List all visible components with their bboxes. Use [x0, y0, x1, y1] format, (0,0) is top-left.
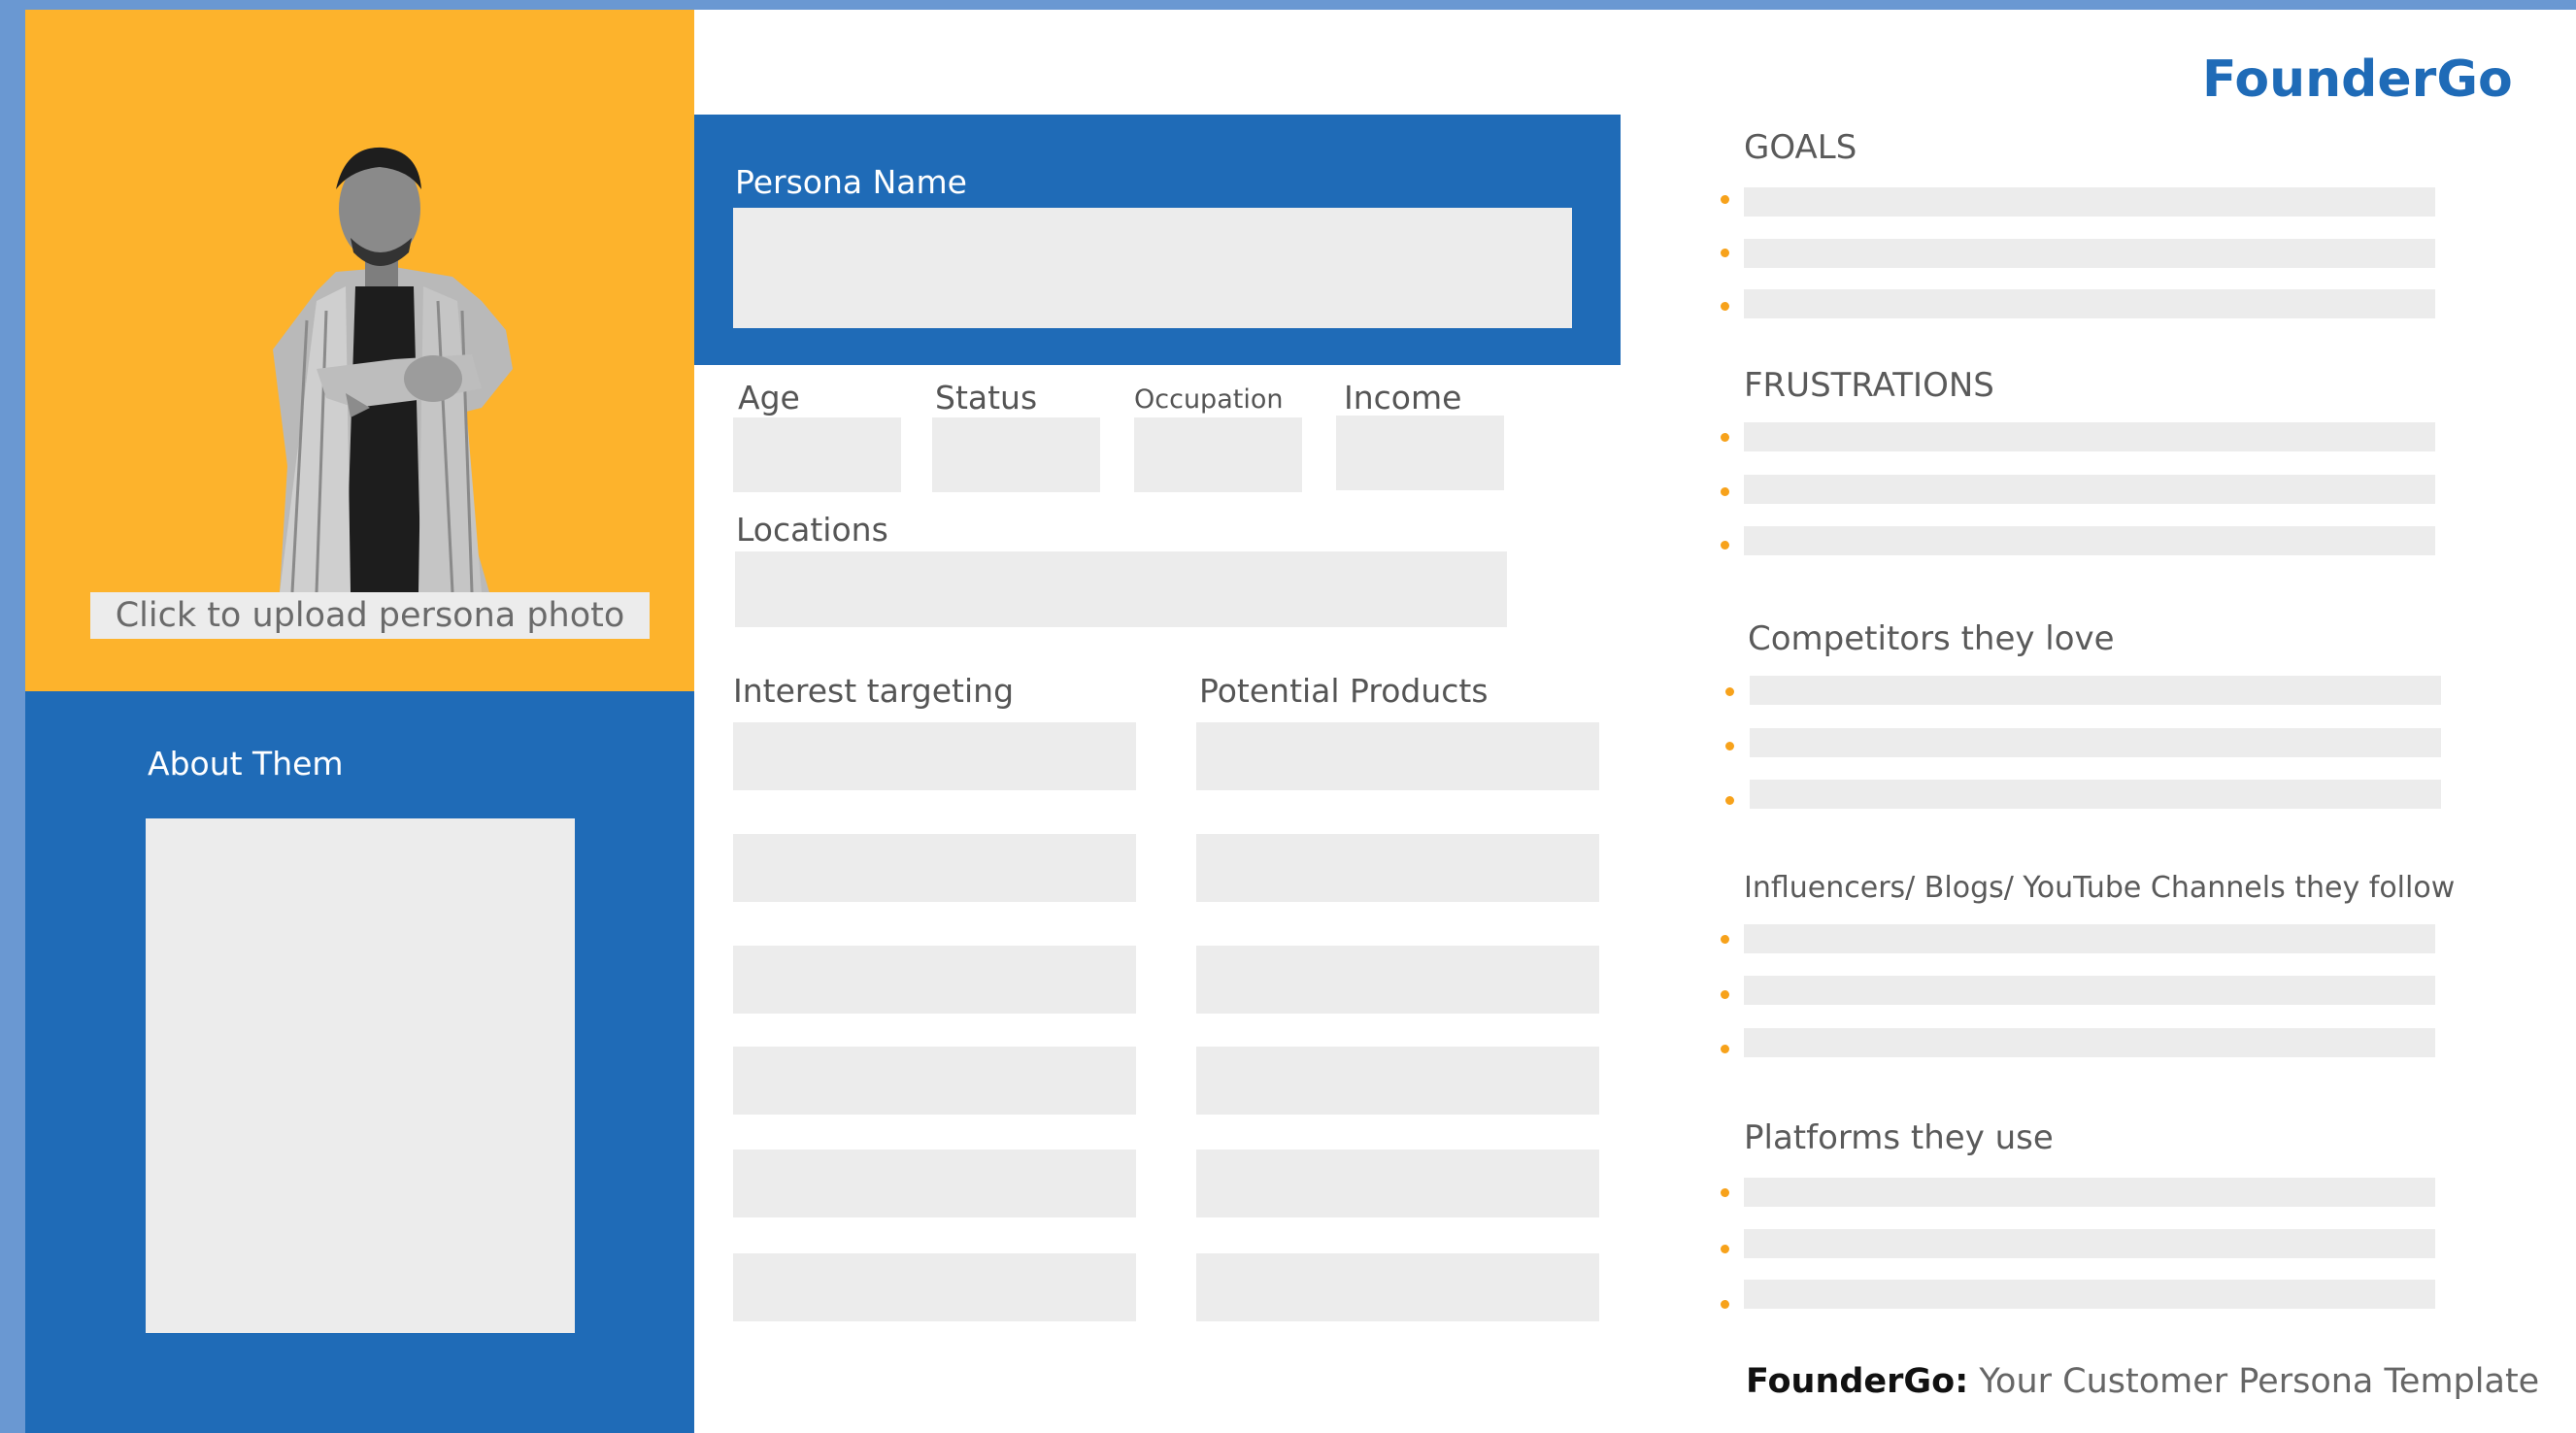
competitors-bullet-2: [1725, 742, 1734, 750]
about-textarea[interactable]: [146, 818, 575, 1333]
persona-name-input[interactable]: [733, 208, 1572, 328]
competitors-input-3[interactable]: [1750, 780, 2441, 809]
income-label: Income: [1344, 379, 1462, 417]
influencers-heading: Influencers/ Blogs/ YouTube Channels the…: [1744, 871, 2456, 905]
age-label: Age: [738, 379, 800, 417]
upload-photo-button[interactable]: Click to upload persona photo: [90, 592, 650, 639]
income-input[interactable]: [1336, 416, 1504, 490]
goals-input-2[interactable]: [1744, 239, 2435, 268]
potential-products-label: Potential Products: [1199, 672, 1489, 710]
frustrations-bullet-1: [1721, 433, 1729, 442]
platforms-heading: Platforms they use: [1744, 1118, 2054, 1157]
platforms-input-1[interactable]: [1744, 1178, 2435, 1207]
foundergo-logo: FounderGo: [2202, 50, 2513, 109]
persona-photo[interactable]: [25, 10, 694, 691]
locations-label: Locations: [736, 511, 888, 549]
frustrations-input-1[interactable]: [1744, 422, 2435, 451]
product-input-3[interactable]: [1196, 946, 1599, 1014]
persona-name-panel: Persona Name: [694, 115, 1621, 365]
influencers-bullet-3: [1721, 1045, 1729, 1053]
competitors-heading: Competitors they love: [1748, 619, 2115, 658]
product-input-1[interactable]: [1196, 722, 1599, 790]
interest-input-2[interactable]: [733, 834, 1136, 902]
footer-caption: FounderGo: Your Customer Persona Templat…: [1746, 1362, 2539, 1401]
competitors-input-1[interactable]: [1750, 676, 2441, 705]
competitors-input-2[interactable]: [1750, 728, 2441, 757]
frustrations-input-2[interactable]: [1744, 475, 2435, 504]
persona-name-label: Persona Name: [735, 163, 967, 201]
product-input-2[interactable]: [1196, 834, 1599, 902]
influencers-bullet-2: [1721, 990, 1729, 999]
interest-targeting-label: Interest targeting: [733, 672, 1015, 710]
goals-heading: GOALS: [1744, 128, 1857, 167]
frustrations-heading: FRUSTRATIONS: [1744, 366, 1994, 405]
product-input-4[interactable]: [1196, 1047, 1599, 1115]
age-input[interactable]: [733, 417, 901, 492]
status-label: Status: [935, 379, 1038, 417]
persona-photo-panel[interactable]: Click to upload persona photo: [25, 10, 694, 691]
footer-text: Your Customer Persona Template: [1968, 1362, 2540, 1401]
frustrations-input-3[interactable]: [1744, 526, 2435, 555]
competitors-bullet-1: [1725, 687, 1734, 696]
platforms-input-2[interactable]: [1744, 1229, 2435, 1258]
influencers-input-3[interactable]: [1744, 1028, 2435, 1057]
product-input-5[interactable]: [1196, 1150, 1599, 1217]
interest-input-3[interactable]: [733, 946, 1136, 1014]
platforms-bullet-1: [1721, 1188, 1729, 1197]
competitors-bullet-3: [1725, 796, 1734, 805]
interest-input-4[interactable]: [733, 1047, 1136, 1115]
frustrations-bullet-3: [1721, 541, 1729, 550]
about-panel: About Them: [25, 691, 694, 1433]
footer-brand: FounderGo:: [1746, 1362, 1969, 1401]
about-label: About Them: [148, 745, 344, 783]
interest-input-1[interactable]: [733, 722, 1136, 790]
platforms-bullet-2: [1721, 1245, 1729, 1253]
goals-bullet-1: [1721, 195, 1729, 204]
goals-bullet-3: [1721, 302, 1729, 311]
goals-bullet-2: [1721, 249, 1729, 257]
occupation-input[interactable]: [1134, 417, 1302, 492]
influencers-input-2[interactable]: [1744, 976, 2435, 1005]
occupation-label: Occupation: [1134, 384, 1284, 415]
frustrations-bullet-2: [1721, 487, 1729, 496]
product-input-6[interactable]: [1196, 1253, 1599, 1321]
platforms-input-3[interactable]: [1744, 1280, 2435, 1309]
influencers-bullet-1: [1721, 935, 1729, 944]
platforms-bullet-3: [1721, 1300, 1729, 1309]
status-input[interactable]: [932, 417, 1100, 492]
goals-input-3[interactable]: [1744, 289, 2435, 318]
goals-input-1[interactable]: [1744, 187, 2435, 217]
locations-input[interactable]: [735, 551, 1507, 627]
interest-input-5[interactable]: [733, 1150, 1136, 1217]
interest-input-6[interactable]: [733, 1253, 1136, 1321]
influencers-input-1[interactable]: [1744, 924, 2435, 953]
